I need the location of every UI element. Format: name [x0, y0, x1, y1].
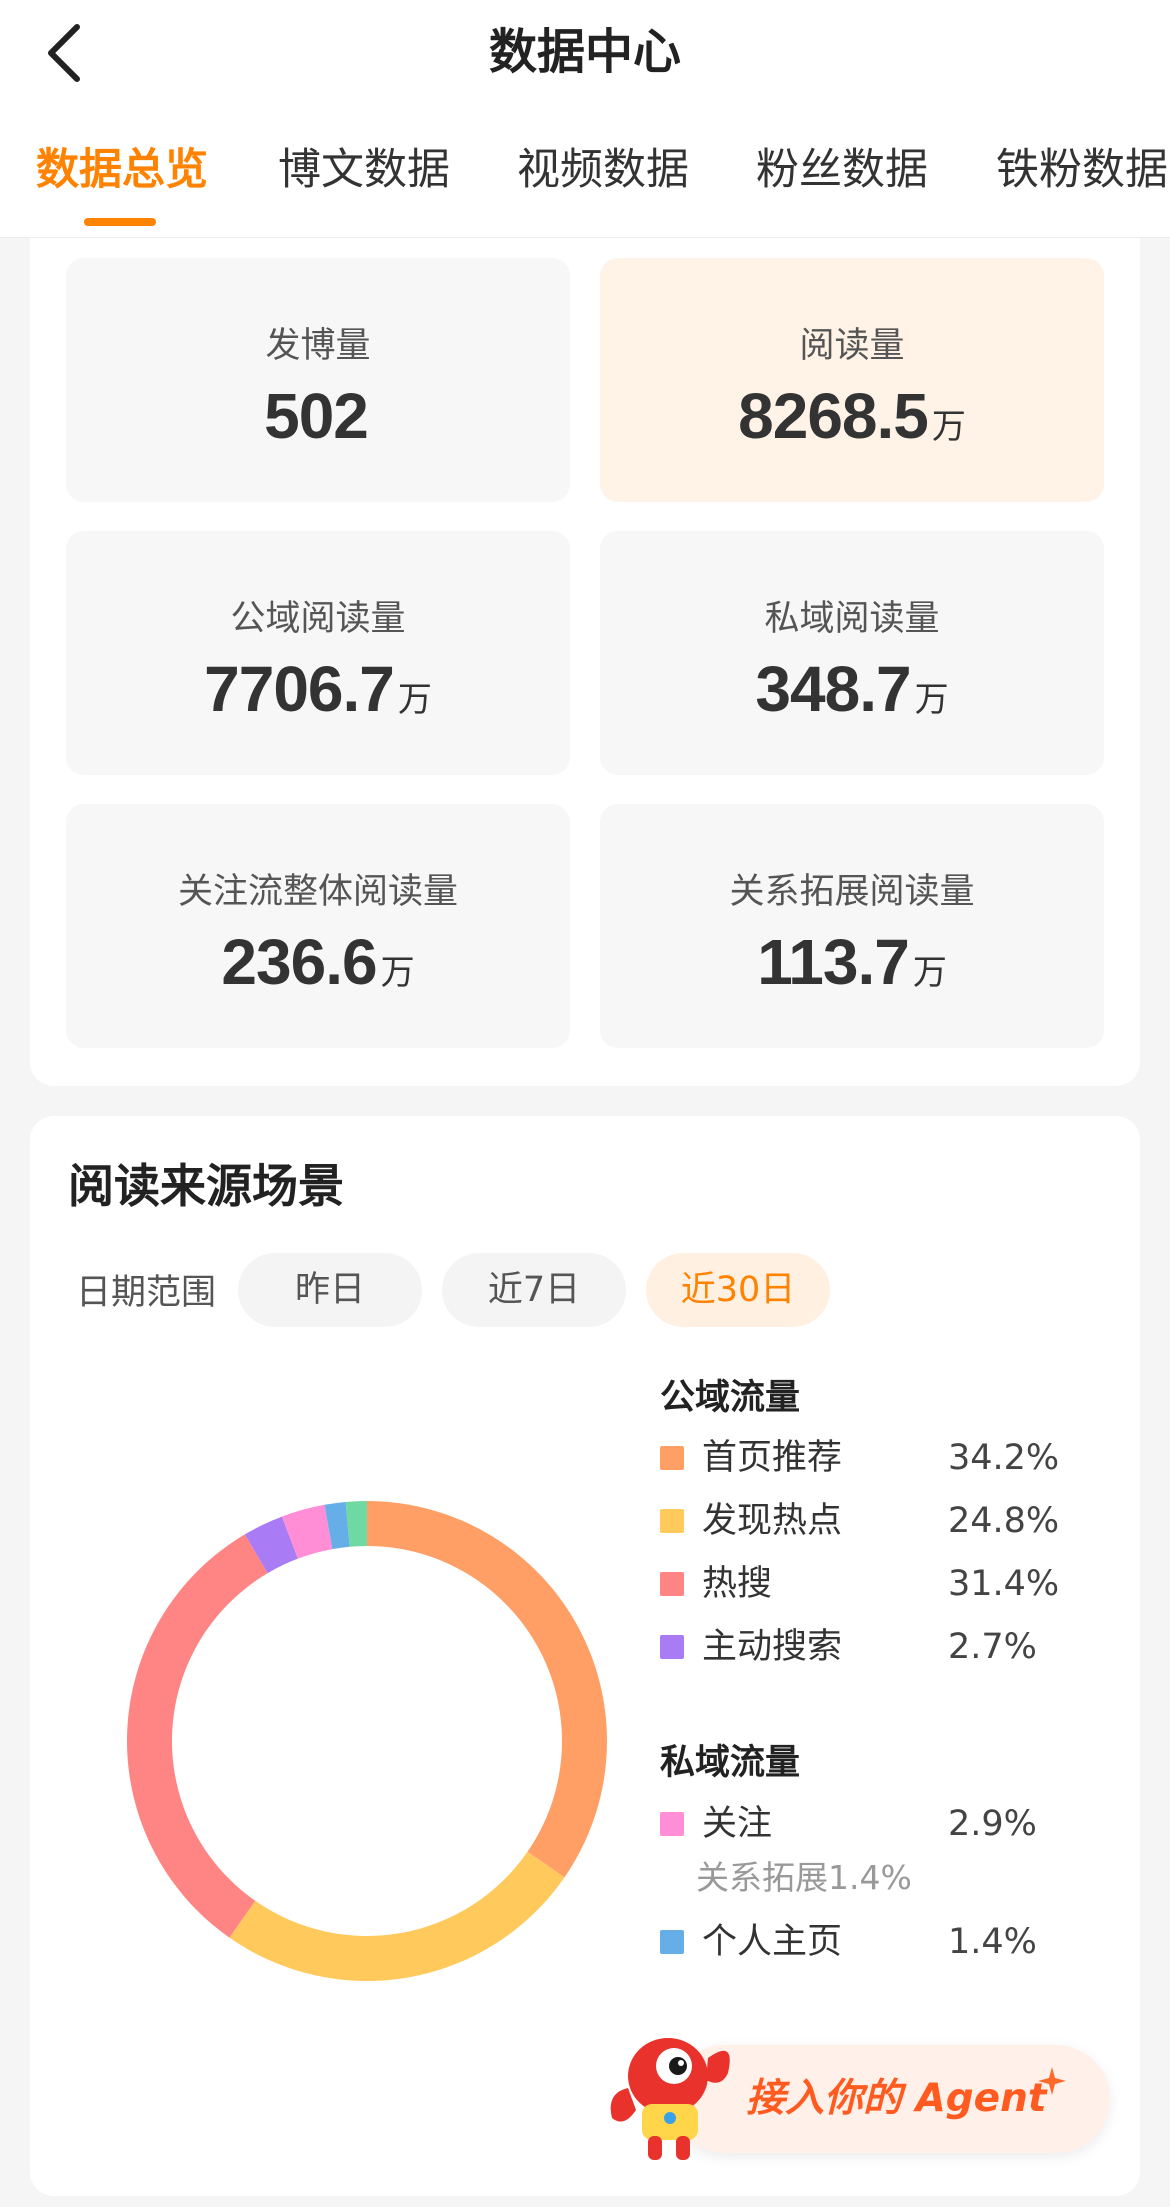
legend-pct: 24.8%	[948, 1501, 1060, 1541]
donut-chart	[127, 1501, 607, 1981]
tab-post-data[interactable]: 博文数据	[278, 140, 450, 200]
stat-unit: 万	[912, 953, 947, 993]
tab-overview[interactable]: 数据总览	[36, 140, 208, 200]
stat-unit: 万	[397, 680, 432, 720]
legend-swatch	[660, 1509, 684, 1533]
stat-public-reads[interactable]: 公域阅读量 7706.7 万	[66, 531, 570, 775]
legend-pct: 34.2%	[948, 1438, 1060, 1478]
reading-source-card: 阅读来源场景 日期范围 昨日 近7日 近30日 公域流量 首页推荐 34.2% …	[30, 1116, 1140, 2196]
legend-name: 首页推荐	[702, 1438, 843, 1478]
mascot-icon	[610, 2038, 730, 2160]
stat-unit: 万	[380, 953, 415, 993]
legend-swatch	[660, 1572, 684, 1596]
range-30d-button[interactable]: 近30日	[646, 1253, 830, 1327]
section-title: 阅读来源场景	[68, 1159, 344, 1213]
stat-unit: 万	[914, 680, 949, 720]
legend-subitem: 关系拓展1.4%	[696, 1858, 912, 1897]
legend-item: 个人主页 1.4%	[660, 1918, 1100, 1966]
tab-iron-fans-data[interactable]: 铁粉数据	[996, 140, 1168, 200]
legend-name: 个人主页	[702, 1922, 843, 1962]
legend-name: 热搜	[702, 1564, 773, 1604]
top-bar: 数据中心 数据总览 博文数据 视频数据 粉丝数据 铁粉数据	[0, 0, 1170, 238]
stat-value: 348.7	[755, 653, 911, 725]
legend-swatch	[660, 1930, 684, 1954]
stat-private-reads[interactable]: 私域阅读量 348.7 万	[600, 531, 1104, 775]
donut-slice-热搜	[127, 1534, 268, 1938]
stat-value: 236.6	[221, 926, 377, 998]
date-range-label: 日期范围	[76, 1273, 217, 1313]
legend-name: 主动搜索	[702, 1627, 843, 1667]
legend-pct: 2.7%	[948, 1627, 1037, 1667]
legend-pct: 1.4%	[948, 1922, 1037, 1962]
legend-item: 热搜 31.4%	[660, 1560, 1100, 1608]
legend-pct: 31.4%	[948, 1564, 1060, 1604]
stat-value: 502	[264, 380, 369, 452]
stat-label: 关注流整体阅读量	[177, 872, 458, 912]
legend-private-title: 私域流量	[660, 1743, 801, 1783]
tab-video-data[interactable]: 视频数据	[517, 140, 689, 200]
page-title: 数据中心	[488, 24, 681, 80]
legend-item: 首页推荐 34.2%	[660, 1434, 1100, 1482]
stat-label: 公域阅读量	[230, 599, 406, 639]
tab-bar: 数据总览 博文数据 视频数据 粉丝数据 铁粉数据	[0, 140, 1170, 230]
legend-name: 关注	[702, 1804, 773, 1844]
legend-name: 发现热点	[702, 1501, 843, 1541]
legend-item: 关注 2.9%	[660, 1800, 1100, 1848]
donut-slice-发现热点	[229, 1851, 565, 1981]
stat-posts[interactable]: 发博量 502	[66, 258, 570, 502]
legend-public-title: 公域流量	[660, 1378, 801, 1418]
legend-swatch	[660, 1446, 684, 1470]
tab-fans-data[interactable]: 粉丝数据	[756, 140, 928, 200]
stat-label: 关系拓展阅读量	[729, 872, 975, 912]
stat-reads[interactable]: 阅读量 8268.5 万	[600, 258, 1104, 502]
stat-follow-feed-reads[interactable]: 关注流整体阅读量 236.6 万	[66, 804, 570, 1048]
legend-item: 主动搜索 2.7%	[660, 1623, 1100, 1671]
legend-swatch	[660, 1812, 684, 1836]
stat-label: 私域阅读量	[764, 599, 940, 639]
stat-value: 7706.7	[204, 653, 395, 725]
tab-active-indicator	[84, 218, 156, 226]
legend-swatch	[660, 1635, 684, 1659]
legend-item: 发现热点 24.8%	[660, 1497, 1100, 1545]
stat-relation-reads[interactable]: 关系拓展阅读量 113.7 万	[600, 804, 1104, 1048]
agent-banner-label: 接入你的 Agent	[746, 2076, 1047, 2121]
range-yesterday-button[interactable]: 昨日	[238, 1253, 422, 1327]
donut-slice-首页推荐	[367, 1501, 607, 1878]
stats-card: 发博量 502 阅读量 8268.5 万 公域阅读量 7706.7 万 私域阅读量 …	[30, 238, 1140, 1086]
legend-pct: 2.9%	[948, 1804, 1037, 1844]
stat-label: 阅读量	[799, 326, 905, 366]
range-7d-button[interactable]: 近7日	[442, 1253, 626, 1327]
stat-value: 113.7	[757, 926, 910, 998]
sparkle-icon	[1038, 2067, 1066, 2095]
stat-value: 8268.5	[738, 380, 929, 452]
stat-unit: 万	[931, 407, 966, 447]
stat-label: 发博量	[265, 326, 371, 366]
